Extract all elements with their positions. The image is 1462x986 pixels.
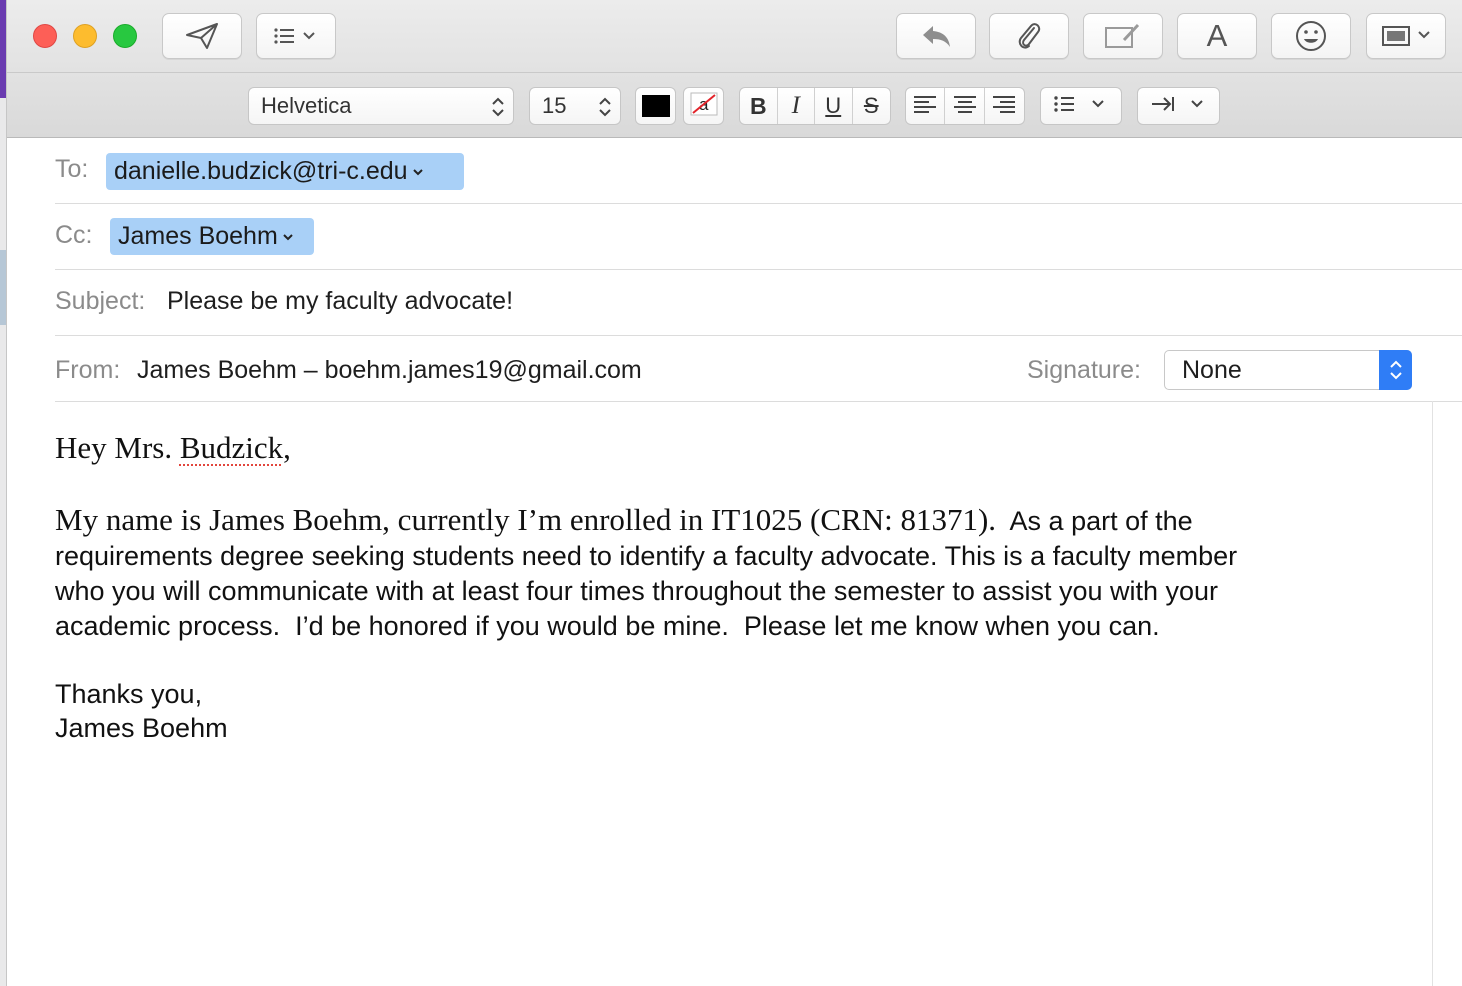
reply-arrow-icon (919, 22, 953, 50)
format-button[interactable]: A (1177, 13, 1257, 59)
list-style-button[interactable] (1040, 87, 1122, 125)
subject-label: Subject: (55, 287, 146, 315)
paragraph-serif-text: My name is James Boehm, currently I’m en… (55, 502, 997, 537)
to-label: To: (55, 155, 89, 183)
signature-label: Signature: (1027, 356, 1141, 384)
greeting-line[interactable]: Hey Mrs. Budzick, (55, 430, 291, 466)
bulleted-list-chevron-icon (1052, 93, 1110, 120)
paragraph-line-2[interactable]: requirements degree seeking students nee… (55, 541, 1237, 572)
align-left-button[interactable] (906, 88, 946, 124)
background-color-button[interactable]: a (683, 87, 724, 125)
alignment-group (905, 87, 1025, 125)
greeting-prefix: Hey Mrs. (55, 430, 180, 465)
font-size-select[interactable]: 15 (529, 87, 621, 125)
toolbar-divider (7, 72, 1462, 73)
cc-recipient-text: James Boehm (118, 222, 278, 250)
signature-name[interactable]: James Boehm (55, 713, 228, 744)
align-right-icon (992, 94, 1016, 119)
smiley-icon (1295, 20, 1327, 52)
to-row: To: danielle.budzick@tri-c.edu (55, 138, 1462, 204)
chevron-down-icon (412, 164, 424, 180)
emoji-button[interactable] (1271, 13, 1351, 59)
cc-recipient-token[interactable]: James Boehm (110, 218, 314, 255)
title-toolbar: A Helvetica 15 B I U S (7, 0, 1462, 138)
bold-icon: B (749, 92, 767, 119)
list-chevron-icon (272, 26, 320, 46)
subject-row: Subject: Please be my faculty advocate! (55, 270, 1462, 336)
zoom-window-button[interactable] (113, 24, 137, 48)
header-fields-button[interactable] (256, 13, 336, 59)
signature-select[interactable]: None (1164, 350, 1412, 390)
reply-button[interactable] (896, 13, 976, 59)
paper-plane-icon (185, 22, 219, 50)
paragraph-line-3[interactable]: who you will communicate with at least f… (55, 576, 1218, 607)
minimize-window-button[interactable] (73, 24, 97, 48)
updown-chevron-icon (491, 95, 505, 125)
body-scrollbar-track[interactable] (1432, 401, 1433, 986)
to-recipient-text: danielle.budzick@tri-c.edu (114, 157, 408, 185)
text-color-button[interactable] (635, 87, 676, 125)
align-left-icon (913, 94, 937, 119)
updown-chevron-icon (598, 95, 612, 125)
updown-chevron-icon (1379, 350, 1412, 390)
text-color-swatch-icon (641, 95, 670, 117)
markup-button[interactable] (1083, 13, 1163, 59)
from-label: From: (55, 356, 121, 384)
attach-button[interactable] (989, 13, 1069, 59)
send-button[interactable] (162, 13, 242, 59)
font-family-value: Helvetica (261, 93, 352, 118)
photo-browser-icon (1381, 23, 1431, 49)
close-window-button[interactable] (33, 24, 57, 48)
no-color-swatch-icon: a (690, 92, 718, 121)
italic-button[interactable]: I (778, 88, 815, 124)
bold-button[interactable]: B (740, 88, 778, 124)
align-center-icon (953, 94, 977, 119)
strikethrough-button[interactable]: S (853, 88, 890, 124)
compose-window: A Helvetica 15 B I U S To: danielle.budz… (6, 0, 1462, 986)
to-recipient-token[interactable]: danielle.budzick@tri-c.edu (106, 153, 464, 190)
subject-field[interactable]: Please be my faculty advocate! (167, 287, 513, 316)
photo-browser-button[interactable] (1366, 13, 1446, 59)
text-style-group: B I U S (739, 87, 891, 125)
paragraph-sans-text: As a part of the (996, 506, 1193, 536)
align-right-button[interactable] (985, 88, 1024, 124)
paragraph-line-4[interactable]: academic process. I’d be honored if you … (55, 611, 1160, 642)
align-center-button[interactable] (945, 88, 985, 124)
font-family-select[interactable]: Helvetica (248, 87, 514, 125)
signature-value: None (1182, 355, 1242, 384)
greeting-suffix: , (283, 430, 291, 465)
misspelled-word[interactable]: Budzick (180, 430, 283, 465)
chevron-down-icon (282, 229, 294, 245)
paragraph-line-1[interactable]: My name is James Boehm, currently I’m en… (55, 502, 1193, 538)
from-select[interactable]: James Boehm – boehm.james19@gmail.com (137, 356, 642, 385)
strikethrough-icon: S (863, 93, 879, 118)
letter-a-icon: A (1206, 18, 1228, 53)
markup-pen-icon (1104, 22, 1142, 50)
cc-label: Cc: (55, 221, 93, 249)
italic-icon: I (791, 92, 800, 119)
underline-icon: U (825, 93, 842, 118)
font-size-value: 15 (542, 93, 567, 118)
cc-row: Cc: James Boehm (55, 204, 1462, 270)
underline-button[interactable]: U (815, 88, 853, 124)
closing-line[interactable]: Thanks you, (55, 679, 202, 710)
indent-button[interactable] (1137, 87, 1220, 125)
paperclip-icon (1014, 20, 1044, 52)
indent-chevron-icon (1150, 93, 1208, 120)
